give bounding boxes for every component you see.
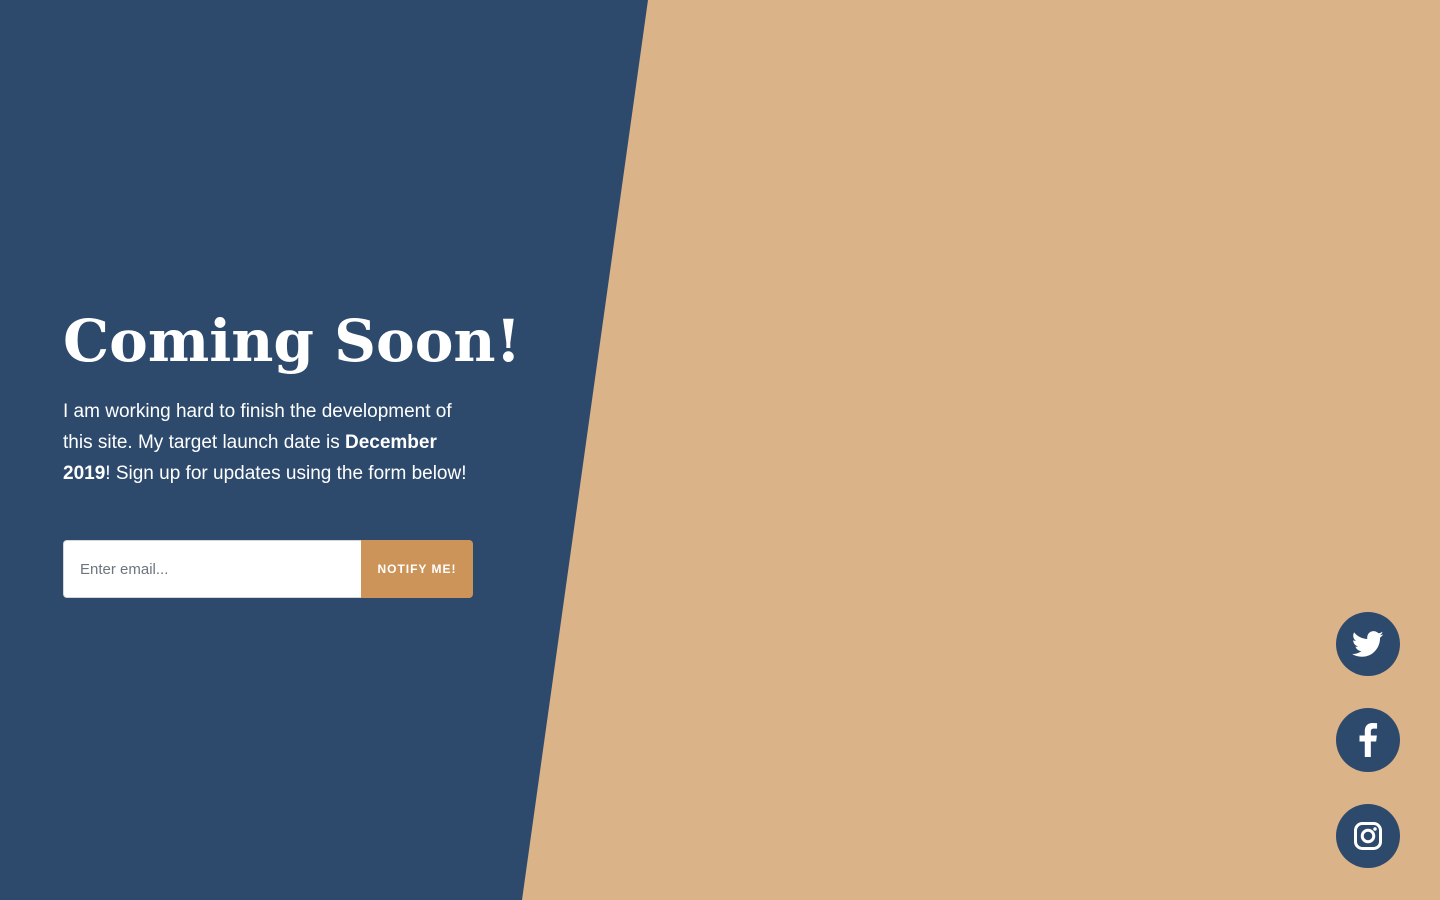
instagram-button[interactable] bbox=[1336, 804, 1400, 868]
lead-text-part2: ! Sign up for updates using the form bel… bbox=[105, 463, 467, 484]
coming-soon-page: Coming Soon! I am working hard to finish… bbox=[0, 0, 1440, 900]
twitter-button[interactable] bbox=[1336, 612, 1400, 676]
instagram-icon bbox=[1354, 822, 1382, 850]
email-input[interactable] bbox=[63, 540, 361, 598]
social-icons bbox=[1336, 612, 1400, 900]
facebook-icon bbox=[1359, 723, 1378, 757]
page-title: Coming Soon! bbox=[63, 307, 522, 375]
notify-me-button[interactable]: NOTIFY ME! bbox=[361, 540, 473, 598]
twitter-icon bbox=[1352, 630, 1384, 657]
hero-content: Coming Soon! I am working hard to finish… bbox=[63, 300, 522, 598]
signup-form: NOTIFY ME! bbox=[63, 540, 473, 598]
facebook-button[interactable] bbox=[1336, 708, 1400, 772]
lead-text: I am working hard to finish the developm… bbox=[63, 396, 473, 489]
